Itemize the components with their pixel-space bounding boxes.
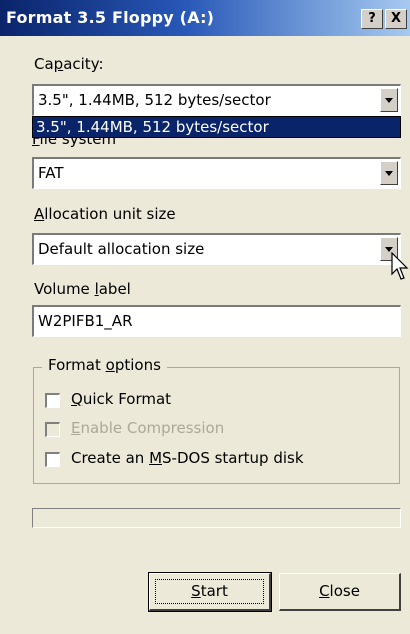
window-title: Format 3.5 Floppy (A:) <box>6 8 215 27</box>
volume-label-input[interactable]: W2PIFB1_AR <box>32 305 401 337</box>
capacity-select[interactable]: 3.5", 1.44MB, 512 bytes/sector <box>32 84 401 116</box>
ms-dos-startup-checkbox[interactable] <box>45 452 60 467</box>
enable-compression-checkbox <box>45 422 60 437</box>
capacity-label: Capacity: <box>34 55 104 73</box>
format-options-legend: Format options <box>42 356 167 374</box>
capacity-option-selected[interactable]: 3.5", 1.44MB, 512 bytes/sector <box>36 118 269 136</box>
volume-label-value: W2PIFB1_AR <box>38 312 133 330</box>
close-window-button[interactable]: X <box>385 9 407 29</box>
quick-format-checkbox[interactable] <box>45 393 60 408</box>
file-system-select[interactable]: FAT <box>32 157 401 189</box>
allocation-value: Default allocation size <box>38 240 205 258</box>
allocation-select[interactable]: Default allocation size <box>32 233 401 265</box>
close-button[interactable]: Close <box>279 573 401 611</box>
enable-compression-label: Enable Compression <box>71 419 225 437</box>
file-system-dropdown-button[interactable] <box>380 161 398 185</box>
volume-label-label: Volume label <box>34 280 131 298</box>
title-bar: Format 3.5 Floppy (A:) ? X <box>0 0 410 36</box>
quick-format-label[interactable]: Quick Format <box>71 390 171 408</box>
allocation-label: Allocation unit size <box>34 205 176 223</box>
help-button[interactable]: ? <box>361 9 383 29</box>
focus-rectangle <box>155 579 264 604</box>
capacity-dropdown-button[interactable] <box>380 88 398 112</box>
ms-dos-startup-label[interactable]: Create an MS-DOS startup disk <box>71 449 304 467</box>
file-system-value: FAT <box>38 164 64 182</box>
format-progress-bar <box>32 508 401 528</box>
start-button[interactable]: Start <box>148 572 272 612</box>
capacity-dropdown-list[interactable]: 3.5", 1.44MB, 512 bytes/sector <box>32 116 401 138</box>
mouse-cursor-icon <box>391 252 409 280</box>
capacity-value: 3.5", 1.44MB, 512 bytes/sector <box>38 91 271 109</box>
